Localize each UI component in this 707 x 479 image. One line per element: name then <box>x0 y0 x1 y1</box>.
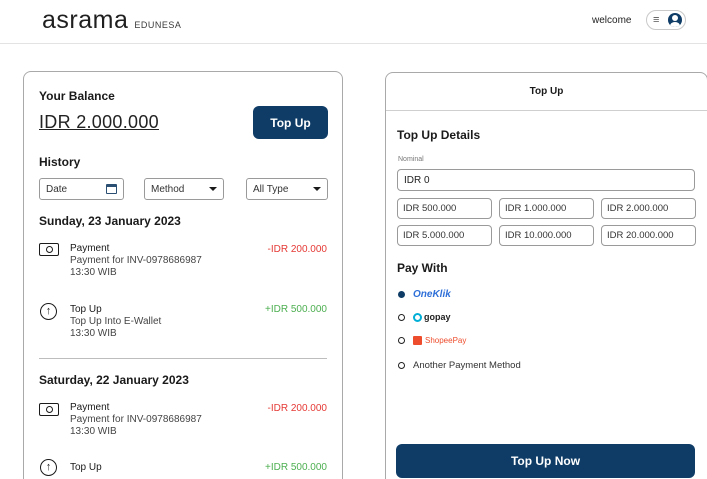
radio-selected[interactable] <box>398 291 405 298</box>
arrow-up-circle-icon: ↑ <box>40 303 57 320</box>
user-avatar-icon <box>668 13 682 27</box>
preset-amount-button[interactable]: IDR 5.000.000 <box>397 225 492 246</box>
top-up-now-button[interactable]: Top Up Now <box>396 444 695 478</box>
date-filter[interactable]: Date <box>39 178 124 200</box>
nominal-label: Nominal <box>398 156 424 163</box>
transaction-amount: -IDR 200.000 <box>267 403 327 414</box>
panel-title: Top Up <box>386 73 707 111</box>
transaction-amount: +IDR 500.000 <box>265 304 327 315</box>
transaction-title: Payment <box>70 243 110 254</box>
type-filter[interactable]: All Type <box>246 178 328 200</box>
transaction-time: 13:30 WIB <box>70 426 117 437</box>
top-up-panel: Top Up Top Up Details Nominal IDR 500.00… <box>385 72 707 479</box>
another-method-label: Another Payment Method <box>413 360 521 371</box>
transaction-amount: +IDR 500.000 <box>265 462 327 473</box>
calendar-icon <box>106 184 117 194</box>
top-up-details-title: Top Up Details <box>397 128 481 142</box>
payment-option-other[interactable]: Another Payment Method <box>398 360 521 371</box>
shopee-bag-icon <box>413 336 422 345</box>
transaction-details: Top Up <box>70 462 102 474</box>
payment-option-shopeepay[interactable]: ShopeePay <box>398 336 466 345</box>
account-menu-button[interactable]: ≡ <box>646 10 686 30</box>
preset-amount-button[interactable]: IDR 10.000.000 <box>499 225 594 246</box>
logo-text: asrama <box>42 6 129 34</box>
payment-option-gopay[interactable]: gopay <box>398 312 451 322</box>
date-filter-label: Date <box>46 183 68 195</box>
wallet-card: Your Balance IDR 2.000.000 Top Up Histor… <box>23 71 343 479</box>
preset-amount-button[interactable]: IDR 20.000.000 <box>601 225 696 246</box>
hamburger-icon: ≡ <box>653 13 660 26</box>
balance-amount: IDR 2.000.000 <box>39 112 159 132</box>
transaction-details: Top Up Top Up Into E-Wallet 13:30 WIB <box>70 304 161 340</box>
transaction-time: 13:30 WIB <box>70 267 117 278</box>
radio-button[interactable] <box>398 313 405 321</box>
logo-subtext: EDUNESA <box>134 20 182 30</box>
transaction-desc: Top Up Into E-Wallet <box>70 316 162 327</box>
transaction-amount: -IDR 200.000 <box>267 244 327 255</box>
preset-amount-button[interactable]: IDR 500.000 <box>397 198 492 219</box>
gopay-logo: gopay <box>413 312 451 322</box>
top-header: asrama EDUNESA welcome ≡ <box>0 0 707 44</box>
oneklik-logo: OneKlik <box>413 289 451 300</box>
history-title: History <box>39 155 81 169</box>
divider <box>39 358 327 359</box>
shopeepay-label: ShopeePay <box>425 336 467 345</box>
top-up-button[interactable]: Top Up <box>253 106 328 139</box>
transaction-details: Payment Payment for INV-0978686987 13:30… <box>70 402 202 438</box>
method-filter-label: Method <box>151 183 185 195</box>
pay-with-title: Pay With <box>397 261 448 275</box>
history-day-title: Saturday, 22 January 2023 <box>39 373 189 387</box>
arrow-up-circle-icon: ↑ <box>40 459 57 476</box>
radio-button[interactable] <box>398 362 405 369</box>
radio-button[interactable] <box>398 337 405 344</box>
payment-option-oneklik[interactable]: OneKlik <box>398 289 451 300</box>
cash-icon <box>39 403 59 416</box>
transaction-desc: Payment for INV-0978686987 <box>70 255 202 266</box>
transaction-title: Payment <box>70 402 110 413</box>
history-day-title: Sunday, 23 January 2023 <box>39 214 181 228</box>
chevron-down-icon <box>209 187 217 191</box>
transaction-details: Payment Payment for INV-0978686987 13:30… <box>70 243 202 279</box>
logo[interactable]: asrama EDUNESA <box>42 6 181 35</box>
transaction-time: 13:30 WIB <box>70 328 117 339</box>
cash-icon <box>39 243 59 256</box>
gopay-label: gopay <box>424 312 451 322</box>
chevron-down-icon <box>313 187 321 191</box>
welcome-text: welcome <box>592 15 632 26</box>
preset-amount-button[interactable]: IDR 2.000.000 <box>601 198 696 219</box>
transaction-title: Top Up <box>70 462 102 473</box>
method-filter[interactable]: Method <box>144 178 224 200</box>
balance-title: Your Balance <box>39 89 115 103</box>
type-filter-label: All Type <box>253 183 289 195</box>
transaction-title: Top Up <box>70 304 102 315</box>
preset-amount-button[interactable]: IDR 1.000.000 <box>499 198 594 219</box>
nominal-input[interactable] <box>397 169 695 191</box>
gopay-icon <box>413 312 422 322</box>
shopeepay-logo: ShopeePay <box>413 336 466 345</box>
transaction-desc: Payment for INV-0978686987 <box>70 414 202 425</box>
